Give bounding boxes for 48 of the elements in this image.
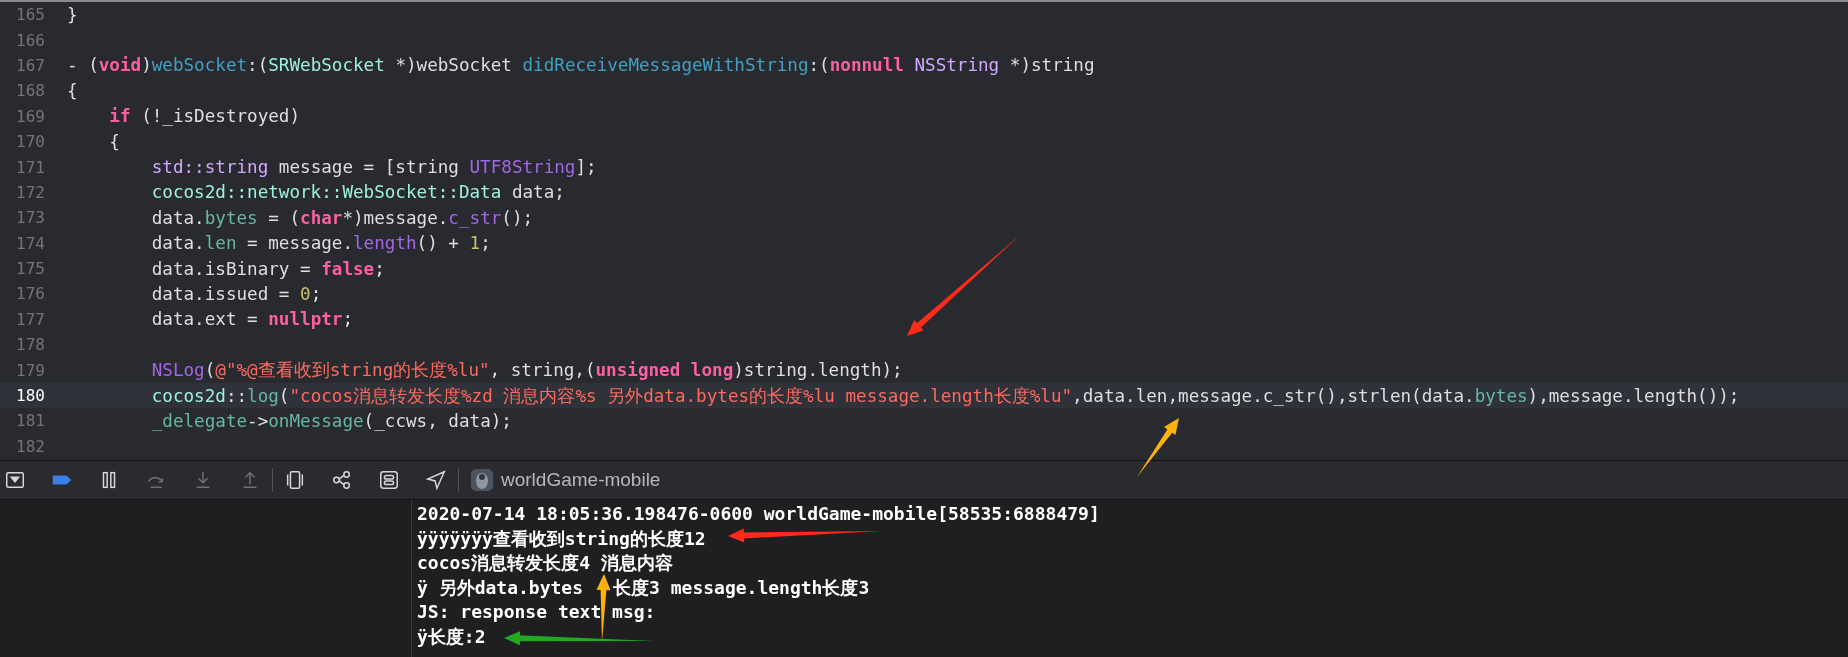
line-number: 179	[16, 360, 45, 380]
code-line: if (!_isDestroyed)	[108, 106, 301, 127]
line-number: 166	[16, 30, 45, 50]
line-number: 178	[16, 335, 45, 355]
line-number: 172	[16, 182, 45, 202]
console-text: 2020-07-14 18:05:36.198476-0600 worldGame-mobile[58535:6888479]	[417, 502, 1100, 526]
console-text: 长度3 message.length长度3	[613, 575, 870, 600]
line-number: 176	[16, 284, 45, 304]
line-number: 181	[16, 411, 45, 431]
app-icon	[470, 468, 494, 492]
code-line: cocos2d::log("cocos消息转发长度%zd 消息内容%s 另外data.bytes的长度%lu message.length长度%lu",data.len,message.c_str(),strlen(data.bytes),message.length());	[150, 384, 1740, 408]
code-line: }	[67, 4, 78, 25]
annotation-arrow	[1137, 418, 1179, 477]
console-text: JS: response text msg:	[417, 600, 656, 624]
memory-graph-icon[interactable]	[331, 469, 353, 491]
line-number: 174	[16, 233, 45, 253]
hide-console-icon[interactable]	[4, 469, 26, 491]
code-line: data.len = message.length() + 1;	[150, 233, 491, 254]
line-number: 180	[16, 386, 45, 406]
line-number: 167	[16, 55, 45, 75]
line-number: 173	[16, 208, 45, 228]
line-number: 165	[16, 5, 45, 25]
code-line: NSLog(@"%@查看收到string的长度%lu", string,(unsigned long)string.length);	[150, 359, 903, 383]
code-line: data.ext = nullptr;	[150, 309, 353, 330]
line-number: 182	[16, 436, 45, 456]
code-line: data.bytes = (char*)message.c_str();	[150, 207, 534, 228]
scheme-target[interactable]: worldGame-mobile	[501, 469, 661, 491]
code-line: _delegate->onMessage(_ccws, data);	[150, 410, 512, 431]
console-text: ÿÿÿÿÿÿÿ查看收到string的长度12	[417, 526, 706, 551]
console-text: ÿ长度:2	[417, 624, 486, 649]
code-line: data.issued = 0;	[150, 284, 322, 304]
line-number: 171	[16, 157, 45, 177]
location-icon[interactable]	[425, 469, 447, 491]
console-text: cocos消息转发长度4 消息内容	[417, 551, 673, 575]
console-text: ÿ 另外data.bytes	[417, 575, 584, 600]
code-line: {	[67, 80, 78, 101]
code-line: - (void)webSocket:(SRWebSocket *)webSocket didReceiveMessageWithString:(nonnull NSString *)string	[67, 55, 1095, 76]
environment-icon[interactable]	[378, 469, 400, 491]
line-number: 169	[16, 106, 45, 126]
code-line: std::string message = [string UTF8String];	[150, 157, 597, 178]
line-number: 168	[16, 81, 45, 101]
code-line: data.isBinary = false;	[150, 258, 385, 279]
line-number: 170	[16, 132, 45, 152]
code-line: cocos2d::network::WebSocket::Data data;	[150, 182, 565, 203]
code-line: {	[108, 131, 120, 152]
line-number: 177	[16, 309, 45, 329]
view-debugger-icon[interactable]	[284, 469, 306, 491]
line-number: 175	[16, 259, 45, 279]
